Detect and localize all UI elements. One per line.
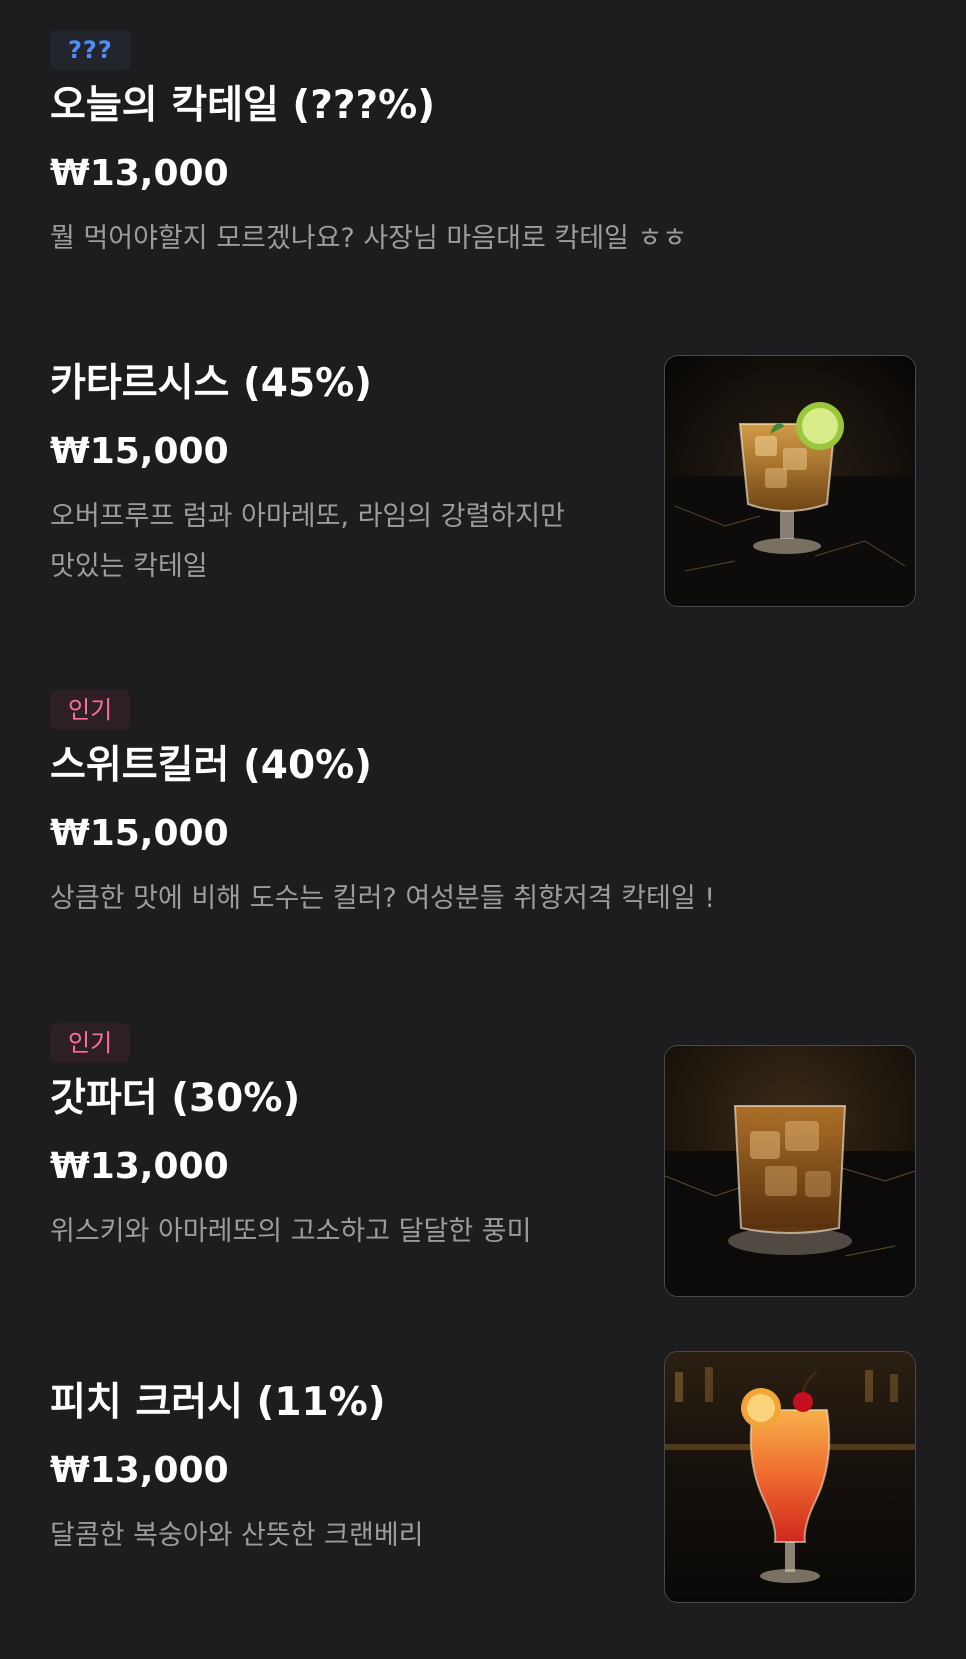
menu-item-description: 뭘 먹어야할지 모르겠나요? 사장님 마음대로 칵테일 ㅎㅎ	[50, 223, 688, 254]
menu-item-description: 달콤한 복숭아와 산뜻한 크랜베리	[50, 1520, 424, 1551]
menu-item-image[interactable]	[664, 1351, 916, 1603]
menu-item-info: 인기 갓파더 (30%) ₩13,000 위스키와 아마레또의 고소하고 달달한…	[50, 1023, 590, 1257]
menu-item-daily-cocktail[interactable]: ??? 오늘의 칵테일 (???%) ₩13,000 뭘 먹어야할지 모르겠나요…	[50, 30, 916, 264]
hurricane-glass-cherry-icon	[665, 1352, 915, 1602]
menu-item-price: ₩13,000	[50, 1450, 229, 1491]
menu-item-info: ??? 오늘의 칵테일 (???%) ₩13,000 뭘 먹어야할지 모르겠나요…	[50, 30, 870, 264]
menu-item-name: 오늘의 칵테일 (???%)	[50, 83, 436, 128]
menu-item-description: 오버프루프 럼과 아마레또, 라임의 강렬하지만 맛있는 칵테일	[50, 501, 565, 582]
menu-item-info: 인기 스위트킬러 (40%) ₩15,000 상큼한 맛에 비해 도수는 킬러?…	[50, 690, 870, 924]
secret-badge: ???	[50, 30, 131, 70]
menu-item-price: ₩15,000	[50, 431, 229, 472]
menu-item-info: 카타르시스 (45%) ₩15,000 오버프루프 럼과 아마레또, 라임의 강…	[50, 356, 590, 592]
menu-item-peach-crush[interactable]: 피치 크러시 (11%) ₩13,000 달콤한 복숭아와 산뜻한 크랜베리	[50, 1351, 916, 1603]
menu-item-description: 위스키와 아마레또의 고소하고 달달한 풍미	[50, 1216, 532, 1247]
menu-item-name: 갓파더 (30%)	[50, 1076, 301, 1121]
menu-item-price: ₩15,000	[50, 813, 229, 854]
menu-item-price: ₩13,000	[50, 153, 229, 194]
popular-badge: 인기	[50, 1023, 131, 1063]
menu-item-catharsis[interactable]: 카타르시스 (45%) ₩15,000 오버프루프 럼과 아마레또, 라임의 강…	[50, 355, 916, 607]
whiskey-rocks-glass-icon	[665, 1046, 915, 1296]
menu-item-name: 피치 크러시 (11%)	[50, 1380, 386, 1425]
menu-item-image[interactable]	[664, 1045, 916, 1297]
menu-item-image[interactable]	[664, 355, 916, 607]
menu-item-info: 피치 크러시 (11%) ₩13,000 달콤한 복숭아와 산뜻한 크랜베리	[50, 1375, 590, 1561]
menu-item-name: 카타르시스 (45%)	[50, 361, 372, 406]
menu-item-name: 스위트킬러 (40%)	[50, 743, 372, 788]
menu-item-godfather[interactable]: 인기 갓파더 (30%) ₩13,000 위스키와 아마레또의 고소하고 달달한…	[50, 1023, 916, 1297]
menu-item-sweet-killer[interactable]: 인기 스위트킬러 (40%) ₩15,000 상큼한 맛에 비해 도수는 킬러?…	[50, 690, 916, 924]
menu-item-price: ₩13,000	[50, 1146, 229, 1187]
rocks-glass-lime-icon	[665, 356, 915, 606]
menu-item-description: 상큼한 맛에 비해 도수는 킬러? 여성분들 취향저격 칵테일 !	[50, 883, 716, 914]
popular-badge: 인기	[50, 690, 131, 730]
